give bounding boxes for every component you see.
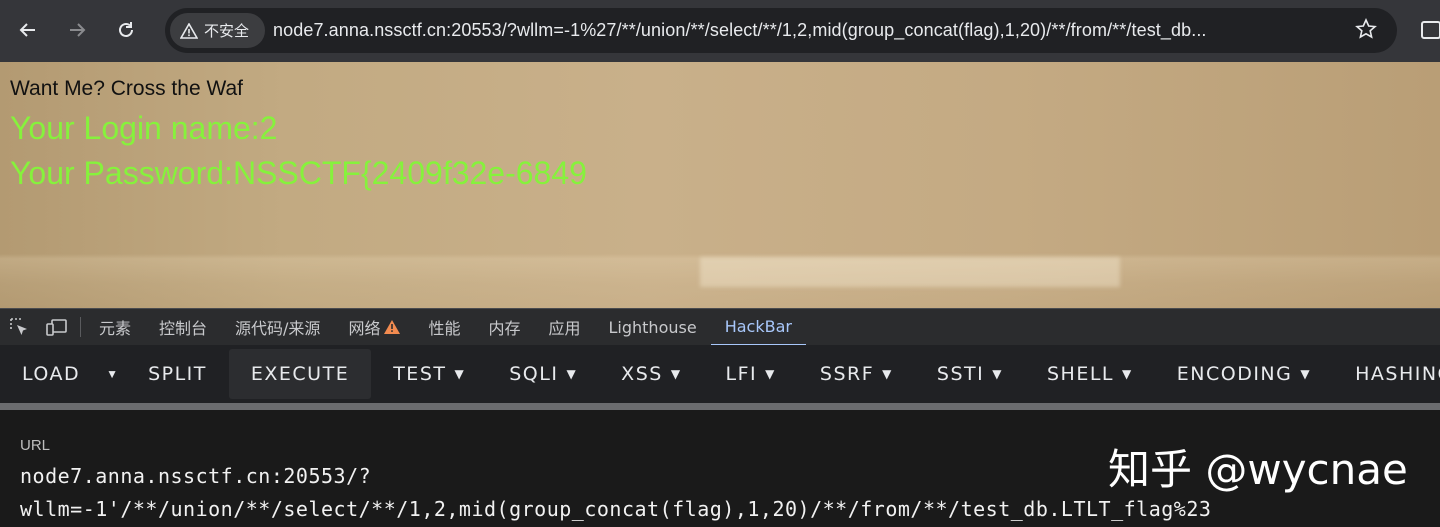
ssrf-menu-button[interactable]: SSRF ▼ — [798, 349, 915, 399]
tab-network-label: 网络 — [348, 319, 381, 338]
ssti-label: SSTI — [936, 363, 985, 385]
load-button[interactable]: LOAD — [0, 349, 98, 399]
inspect-element-icon[interactable] — [0, 309, 38, 346]
hackbar-separator — [0, 403, 1440, 410]
warning-icon — [384, 320, 401, 334]
xss-label: XSS — [621, 363, 663, 385]
load-dropdown-button[interactable]: ▼ — [98, 367, 126, 381]
lfi-label: LFI — [725, 363, 758, 385]
shell-menu-button[interactable]: SHELL ▼ — [1025, 349, 1155, 399]
hackbar-toolbar: LOAD ▼ SPLIT EXECUTE TEST ▼ SQLI ▼ XSS ▼ LF… — [0, 345, 1440, 403]
password-text: Your Password:NSSCTF{2409f32e-6849 — [10, 155, 587, 191]
device-toolbar-icon[interactable] — [38, 309, 76, 346]
tab-hackbar[interactable]: HackBar — [710, 309, 806, 346]
page-viewport: Want Me? Cross the Waf Your Login name:2… — [0, 62, 1440, 308]
warning-icon — [180, 22, 198, 39]
address-text[interactable]: node7.anna.nssctf.cn:20553/?wllm=-1%27/*… — [273, 20, 1343, 41]
background-highlight — [700, 257, 1120, 287]
hashing-label: HASHING — [1355, 363, 1440, 385]
tab-performance[interactable]: 性能 — [414, 309, 474, 346]
sqli-label: SQLI — [509, 363, 559, 385]
test-label: TEST — [393, 363, 447, 385]
tab-sources[interactable]: 源代码/来源 — [221, 309, 334, 346]
caret-down-icon: ▼ — [1300, 367, 1312, 381]
security-label: 不安全 — [204, 22, 250, 40]
forward-button[interactable] — [61, 14, 93, 46]
split-button[interactable]: SPLIT — [126, 349, 229, 399]
tab-memory[interactable]: 内存 — [474, 309, 534, 346]
caret-down-icon: ▼ — [992, 367, 1003, 381]
ssrf-label: SSRF — [819, 363, 875, 385]
tab-lighthouse[interactable]: Lighthouse — [595, 309, 711, 346]
browser-toolbar: 不安全 node7.anna.nssctf.cn:20553/?wllm=-1%… — [0, 0, 1440, 62]
encoding-label: ENCODING — [1176, 363, 1293, 385]
tab-console[interactable]: 控制台 — [145, 309, 221, 346]
tab-divider — [80, 317, 81, 337]
reload-button[interactable] — [110, 14, 142, 46]
login-name-text: Your Login name:2 — [10, 110, 278, 146]
lfi-menu-button[interactable]: LFI ▼ — [704, 349, 798, 399]
extensions-icon[interactable] — [1420, 14, 1440, 46]
address-bar[interactable]: 不安全 node7.anna.nssctf.cn:20553/?wllm=-1%… — [165, 8, 1397, 53]
caret-down-icon: ▼ — [882, 367, 893, 381]
arrow-right-icon — [70, 23, 86, 37]
xss-menu-button[interactable]: XSS ▼ — [599, 349, 703, 399]
security-chip[interactable]: 不安全 — [170, 13, 265, 48]
arrow-left-icon — [19, 23, 35, 37]
caret-down-icon: ▼ — [765, 367, 776, 381]
url-field-line-1[interactable]: node7.anna.nssctf.cn:20553/? — [20, 464, 371, 488]
url-field-line-2[interactable]: wllm=-1'/**/union/**/select/**/1,2,mid(g… — [20, 497, 1211, 521]
url-field-label: URL — [20, 437, 51, 454]
tab-elements[interactable]: 元素 — [85, 309, 145, 346]
sqli-menu-button[interactable]: SQLI ▼ — [487, 349, 599, 399]
shell-label: SHELL — [1046, 363, 1115, 385]
zhihu-watermark: 知乎 @wycnae — [1108, 445, 1408, 494]
hashing-menu-button[interactable]: HASHING — [1333, 349, 1440, 399]
reload-icon — [119, 22, 133, 37]
caret-down-icon: ▼ — [566, 367, 578, 381]
devtools-tab-strip: 元素 控制台 源代码/来源 网络 性能 内存 应用 Lighthouse Hac… — [0, 308, 1440, 346]
tab-network[interactable]: 网络 — [334, 309, 414, 346]
caret-down-icon: ▼ — [454, 367, 466, 381]
caret-down-icon: ▼ — [1122, 367, 1133, 381]
page-heading: Want Me? Cross the Waf — [10, 77, 244, 100]
back-button[interactable] — [12, 14, 44, 46]
encoding-menu-button[interactable]: ENCODING ▼ — [1155, 349, 1333, 399]
tab-application[interactable]: 应用 — [534, 309, 594, 346]
ssti-menu-button[interactable]: SSTI ▼ — [915, 349, 1025, 399]
caret-down-icon: ▼ — [670, 367, 682, 381]
test-menu-button[interactable]: TEST ▼ — [371, 349, 487, 399]
caret-down-icon: ▼ — [106, 367, 119, 381]
bookmark-star-icon[interactable] — [1355, 18, 1377, 45]
execute-button[interactable]: EXECUTE — [228, 349, 372, 399]
hackbar-url-panel: URL node7.anna.nssctf.cn:20553/? wllm=-1… — [0, 410, 1440, 527]
